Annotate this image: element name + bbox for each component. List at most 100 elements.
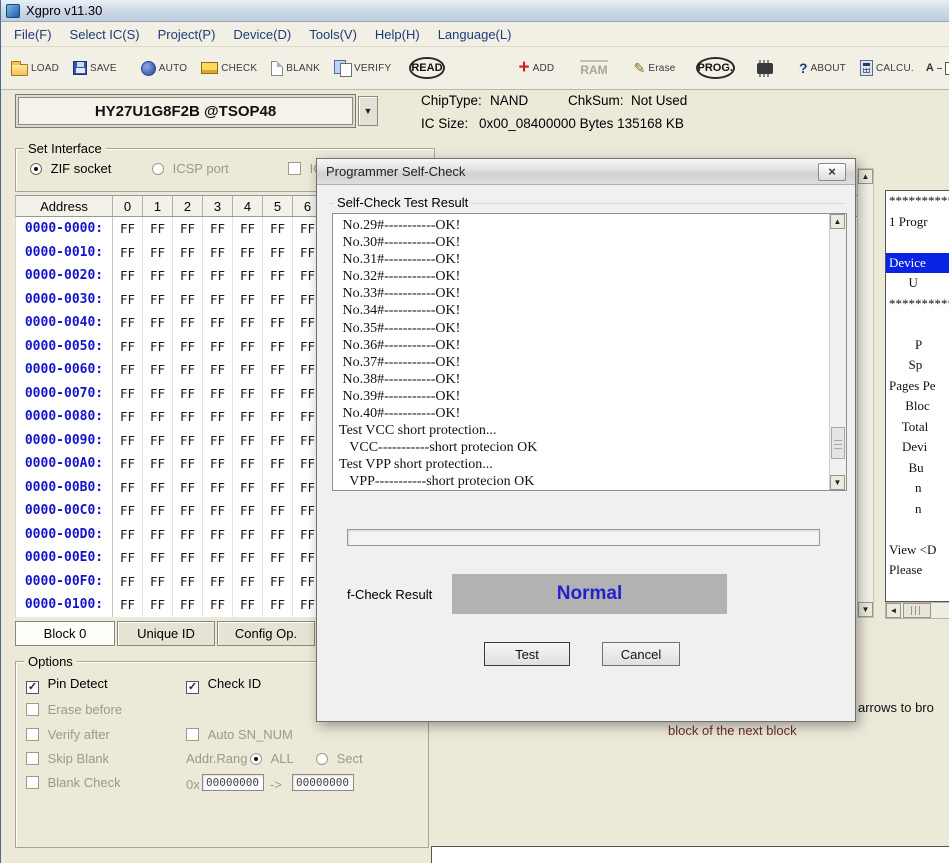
hex-cell[interactable]: FF [233,570,263,594]
hex-cell[interactable]: FF [143,358,173,382]
icsp-port-radio[interactable]: ICSP port [152,161,229,176]
hex-cell[interactable]: FF [113,335,143,359]
hex-cell[interactable]: FF [233,593,263,617]
hex-cell[interactable]: FF [143,335,173,359]
hex-cell[interactable]: FF [233,311,263,335]
menu-item-tools[interactable]: Tools(V) [300,24,366,45]
hex-cell[interactable]: FF [173,335,203,359]
blank-check-checkbox[interactable]: Blank Check [26,775,121,790]
chip-test-button[interactable] [755,57,775,80]
hex-cell[interactable]: FF [263,452,293,476]
hex-cell[interactable]: FF [173,452,203,476]
scroll-down-icon[interactable]: ▼ [830,475,845,490]
menu-item-device[interactable]: Device(D) [224,24,300,45]
hex-cell[interactable]: FF [203,499,233,523]
hex-cell[interactable]: FF [263,405,293,429]
hex-cell[interactable]: FF [263,499,293,523]
hex-cell[interactable]: FF [203,523,233,547]
tab-unique-id[interactable]: Unique ID [117,621,215,646]
range-to-input[interactable] [292,774,354,791]
close-button[interactable]: × [818,163,846,181]
hex-cell[interactable]: FF [233,523,263,547]
hex-cell[interactable]: FF [143,452,173,476]
hex-cell[interactable]: FF [263,546,293,570]
load-button[interactable]: LOAD [9,59,61,78]
scroll-down-icon[interactable]: ▼ [858,602,873,617]
auto-button[interactable]: AUTO [139,59,189,78]
hex-cell[interactable]: FF [203,570,233,594]
hex-cell[interactable]: FF [143,264,173,288]
hex-cell[interactable]: FF [203,546,233,570]
hex-cell[interactable]: FF [143,405,173,429]
menu-item-select-ic[interactable]: Select IC(S) [61,24,149,45]
dialog-title-bar[interactable]: Programmer Self-Check × [317,159,855,185]
save-button[interactable]: SAVE [71,59,119,77]
ab-convert-button[interactable]: A B Y [926,62,949,75]
hex-cell[interactable]: FF [203,452,233,476]
scroll-up-icon[interactable]: ▲ [830,214,845,229]
hex-cell[interactable]: FF [203,335,233,359]
hex-cell[interactable]: FF [113,499,143,523]
hex-cell[interactable]: FF [173,241,203,265]
hex-cell[interactable]: FF [143,311,173,335]
hex-cell[interactable]: FF [263,382,293,406]
hex-cell[interactable]: FF [173,593,203,617]
hex-cell[interactable]: FF [143,546,173,570]
erase-before-checkbox[interactable]: Erase before [26,702,122,717]
hex-cell[interactable]: FF [113,570,143,594]
hex-cell[interactable]: FF [203,241,233,265]
hex-cell[interactable]: FF [263,311,293,335]
log-scrollbar[interactable]: ▲ ▼ [829,214,846,490]
hex-cell[interactable]: FF [203,476,233,500]
pin-detect-checkbox[interactable]: ✓ Pin Detect [26,676,108,694]
hex-cell[interactable]: FF [143,429,173,453]
verify-after-checkbox[interactable]: Verify after [26,727,110,742]
hex-cell[interactable]: FF [113,382,143,406]
hex-cell[interactable]: FF [203,217,233,241]
hex-cell[interactable]: FF [263,335,293,359]
hex-cell[interactable]: FF [203,593,233,617]
hex-cell[interactable]: FF [233,429,263,453]
hex-cell[interactable]: FF [263,570,293,594]
hex-cell[interactable]: FF [173,264,203,288]
hex-cell[interactable]: FF [143,241,173,265]
hex-cell[interactable]: FF [263,241,293,265]
prog-button[interactable]: PROG. [696,57,735,79]
hex-cell[interactable]: FF [233,382,263,406]
hex-cell[interactable]: FF [113,217,143,241]
hex-cell[interactable]: FF [113,546,143,570]
hex-cell[interactable]: FF [263,523,293,547]
hex-cell[interactable]: FF [233,217,263,241]
hex-cell[interactable]: FF [113,405,143,429]
hex-cell[interactable]: FF [113,241,143,265]
hex-cell[interactable]: FF [233,241,263,265]
hex-cell[interactable]: FF [233,335,263,359]
hex-cell[interactable]: FF [233,546,263,570]
hex-cell[interactable]: FF [113,523,143,547]
hex-cell[interactable]: FF [263,593,293,617]
hex-cell[interactable]: FF [173,358,203,382]
cancel-button[interactable]: Cancel [602,642,680,666]
hex-cell[interactable]: FF [113,429,143,453]
hex-cell[interactable]: FF [173,217,203,241]
hex-cell[interactable]: FF [233,476,263,500]
hex-cell[interactable]: FF [113,452,143,476]
hex-cell[interactable]: FF [263,217,293,241]
hex-cell[interactable]: FF [173,311,203,335]
hex-cell[interactable]: FF [143,476,173,500]
read-button[interactable]: READ [409,57,444,79]
hex-cell[interactable]: FF [203,288,233,312]
hex-cell[interactable]: FF [263,264,293,288]
hex-cell[interactable]: FF [173,405,203,429]
hex-cell[interactable]: FF [143,570,173,594]
hex-cell[interactable]: FF [203,358,233,382]
blank-button[interactable]: BLANK [269,59,322,78]
hex-cell[interactable]: FF [263,429,293,453]
hex-cell[interactable]: FF [233,288,263,312]
hex-cell[interactable]: FF [203,311,233,335]
scrollbar-thumb[interactable] [831,427,845,459]
hex-vertical-scrollbar[interactable]: ▲ ▼ [857,168,874,618]
hex-cell[interactable]: FF [263,358,293,382]
hex-cell[interactable]: FF [173,546,203,570]
verify-button[interactable]: VERIFY [332,58,393,78]
